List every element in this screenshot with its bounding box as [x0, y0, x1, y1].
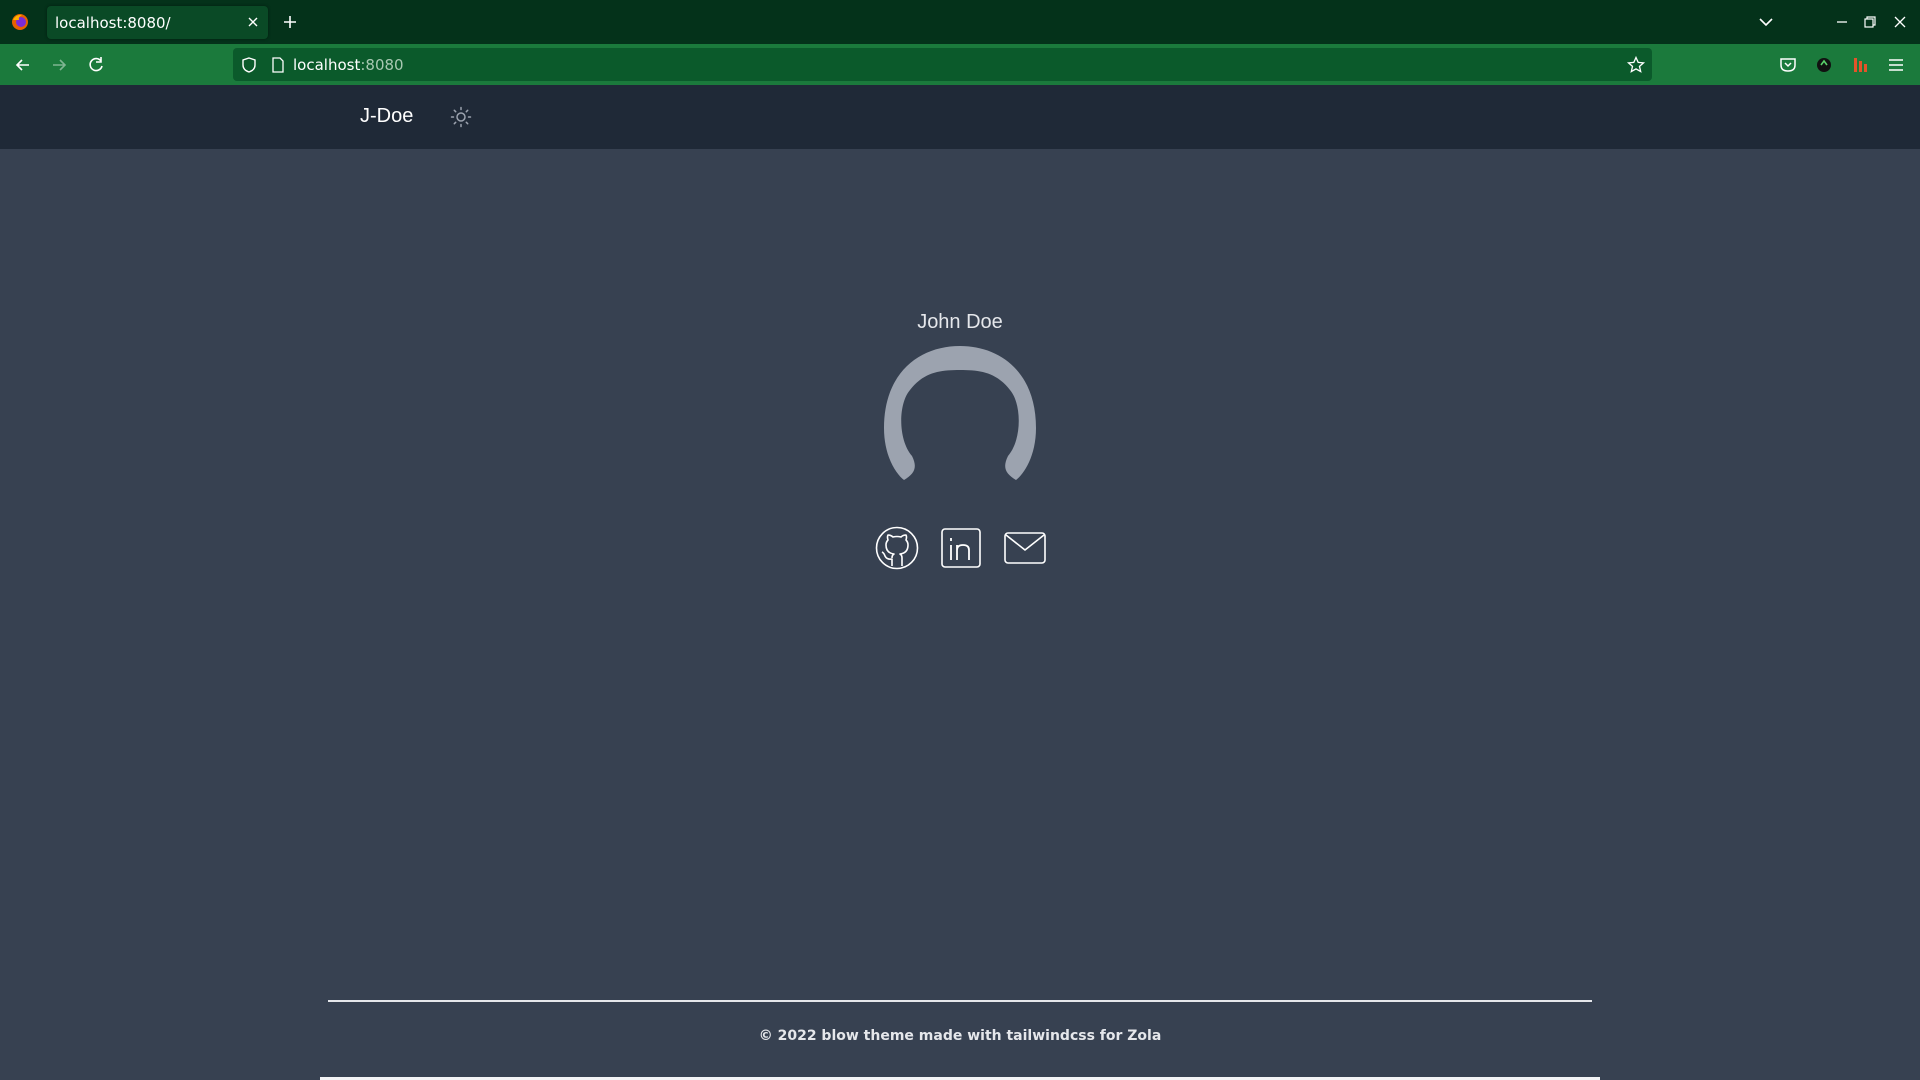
pocket-icon[interactable] — [1777, 54, 1799, 76]
site-header: J-Doe — [0, 85, 1920, 149]
extension-icon[interactable] — [1813, 54, 1835, 76]
social-links — [870, 524, 1050, 574]
browser-toolbar: localhost:8080 — [0, 44, 1920, 85]
footer-text: © 2022 blow theme made with tailwindcss … — [758, 1028, 1162, 1044]
new-tab-plus-icon[interactable] — [280, 12, 300, 32]
site-brand-link[interactable]: J-Doe — [360, 105, 413, 128]
firefox-logo-icon[interactable] — [10, 12, 30, 32]
forward-arrow-icon[interactable] — [48, 54, 70, 76]
bookmark-star-icon[interactable] — [1626, 55, 1646, 75]
browser-tab[interactable]: localhost:8080/ — [47, 6, 268, 39]
back-arrow-icon[interactable] — [12, 54, 34, 76]
window-restore-icon[interactable] — [1860, 12, 1880, 32]
browser-tab-bar: localhost:8080/ — [0, 0, 1920, 44]
close-tab-icon[interactable] — [244, 13, 262, 31]
sun-icon[interactable] — [449, 105, 473, 129]
github-icon[interactable] — [873, 524, 921, 572]
window-close-icon[interactable] — [1890, 12, 1910, 32]
shield-icon[interactable] — [239, 55, 259, 75]
footer-divider — [328, 1000, 1592, 1002]
url-text[interactable]: localhost:8080 — [293, 56, 404, 74]
url-bar[interactable]: localhost:8080 — [233, 48, 1652, 81]
tab-title: localhost:8080/ — [55, 14, 171, 32]
mail-icon[interactable] — [1001, 524, 1049, 572]
reload-icon[interactable] — [85, 54, 107, 76]
default-avatar-icon — [884, 346, 1036, 480]
window-minimize-icon[interactable] — [1832, 12, 1852, 32]
url-port: :8080 — [360, 56, 404, 74]
extension-icon[interactable] — [1849, 54, 1871, 76]
page-info-icon[interactable] — [269, 56, 287, 74]
profile-name: John Doe — [917, 311, 1003, 333]
linkedin-icon[interactable] — [937, 524, 985, 572]
url-host: localhost — [293, 56, 361, 74]
tab-list-chevron-down-icon[interactable] — [1756, 12, 1776, 32]
hamburger-menu-icon[interactable] — [1885, 54, 1907, 76]
